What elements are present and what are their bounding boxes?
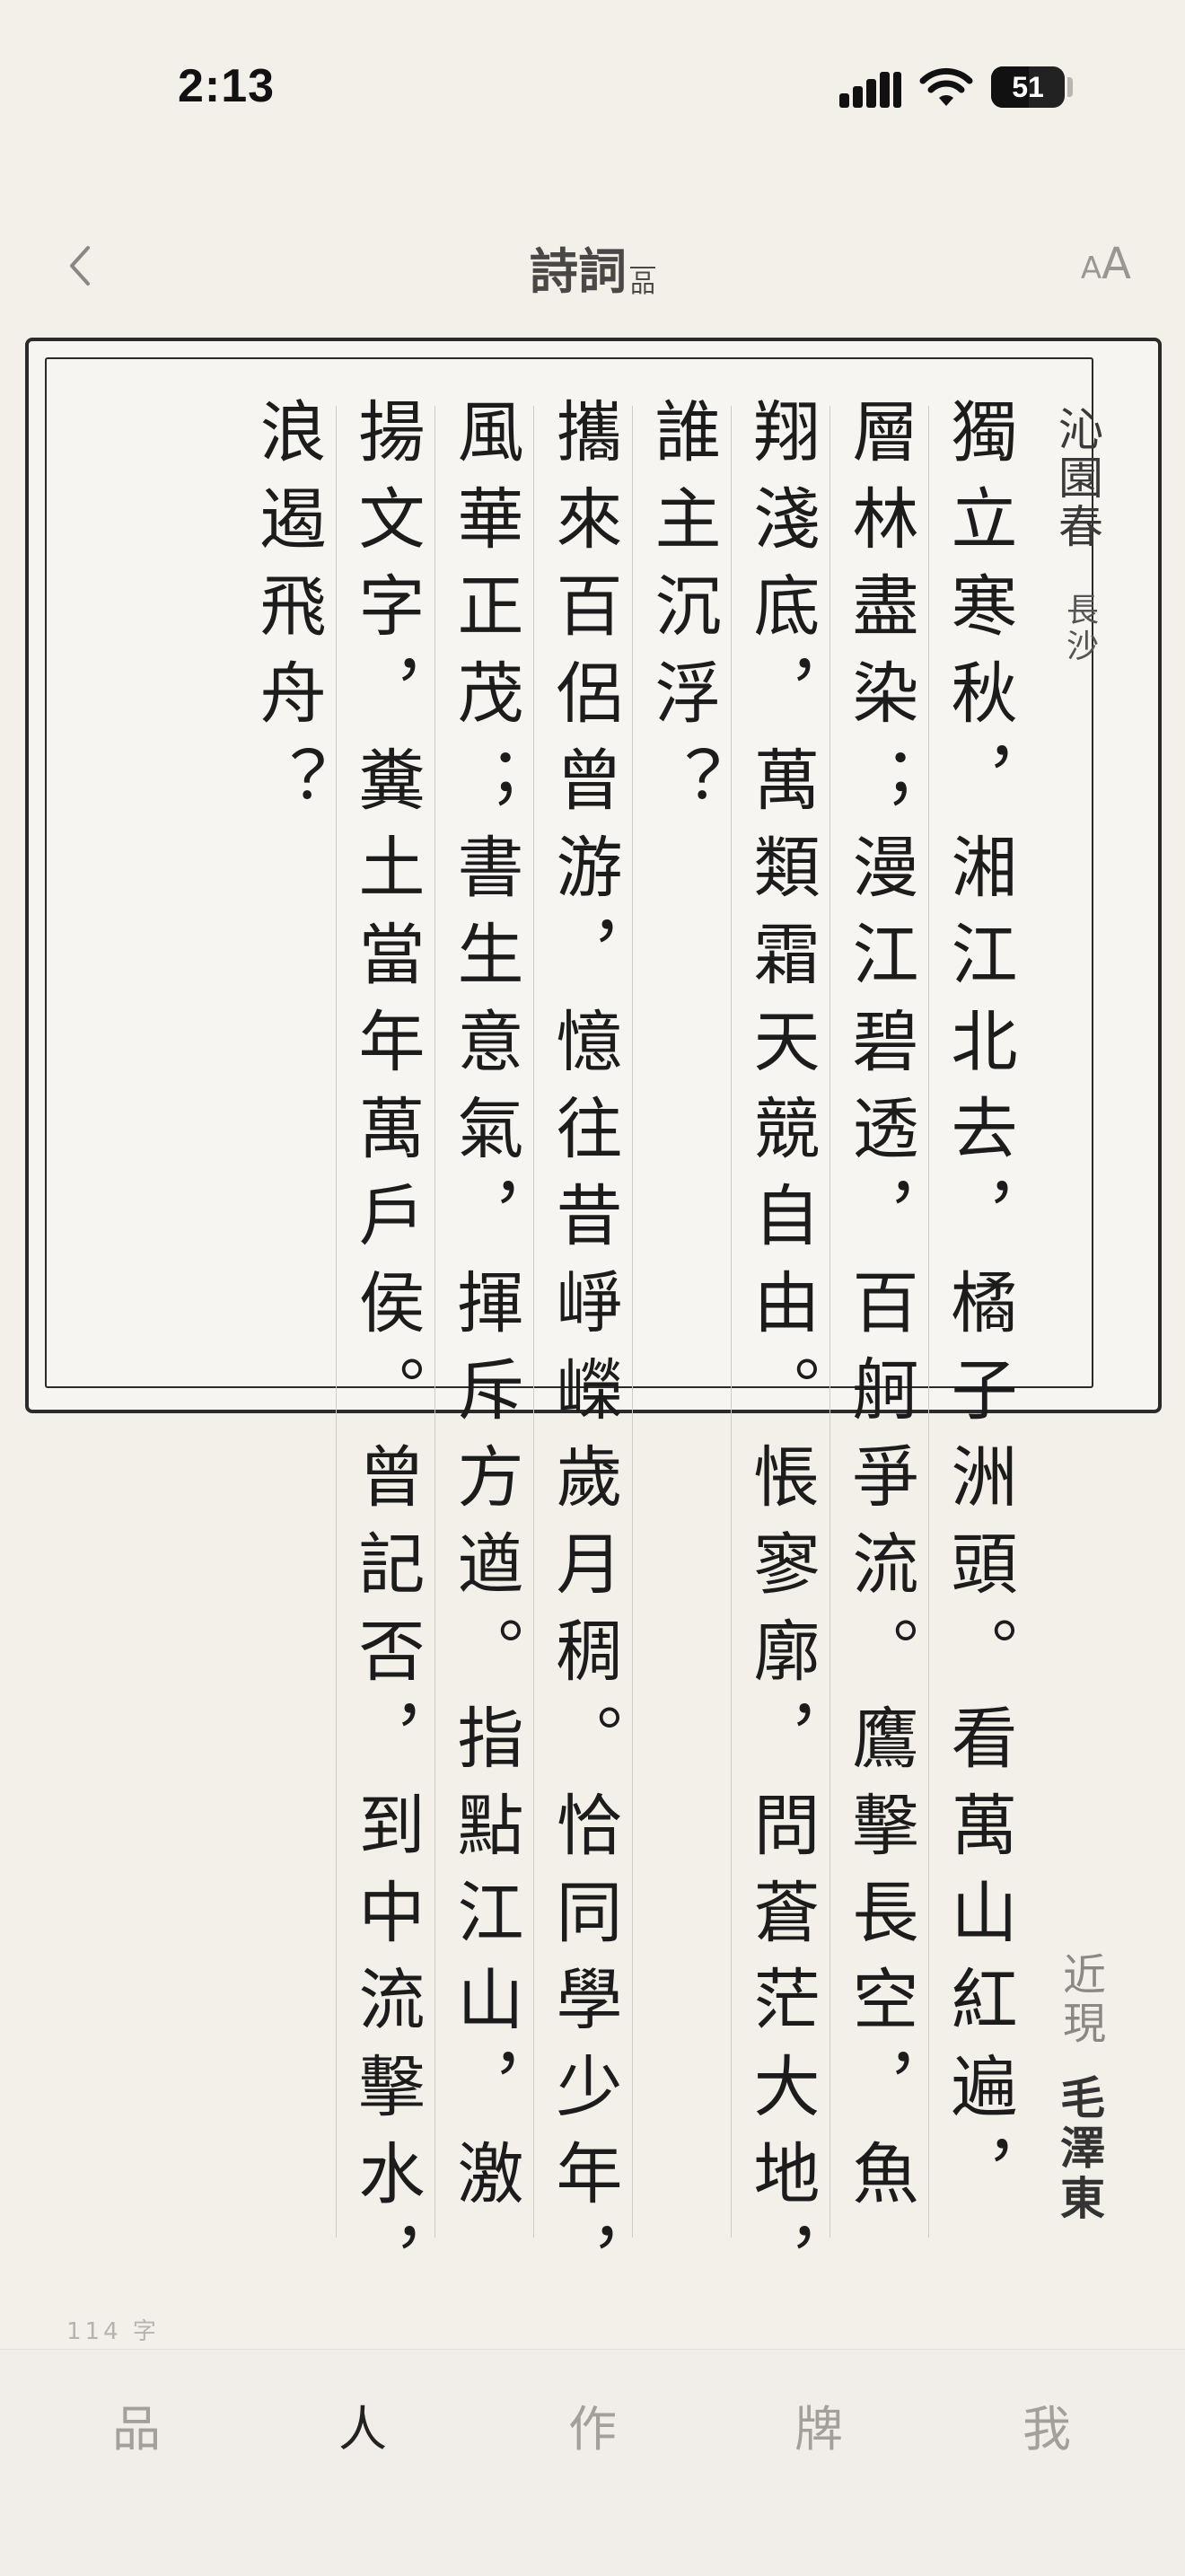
tab-wo[interactable]: 我	[957, 2389, 1137, 2460]
font-large-glyph: A	[1102, 239, 1131, 289]
column-rule	[336, 406, 337, 2238]
page-title-sub: 品	[629, 268, 655, 298]
poem-author[interactable]: 毛澤東	[1047, 2074, 1111, 2225]
tab-zuo[interactable]: 作	[503, 2389, 682, 2460]
tab-pin[interactable]: 品	[47, 2389, 226, 2460]
column-rule	[928, 406, 929, 2238]
wifi-icon	[919, 67, 973, 106]
status-bar: 2:13 51	[0, 0, 1185, 144]
poem-line: 層林盡染；漫江碧透，百舸爭流。鷹擊長空，魚	[841, 397, 918, 2226]
font-size-button[interactable]: AA	[1081, 239, 1131, 289]
column-rule	[731, 406, 732, 2238]
word-count: 114 字	[66, 2318, 160, 2345]
poem-line: 攜來百侶曾游，憶往昔崢嶸歲月稠。恰同學少年，	[545, 397, 622, 2313]
poem-line: 浪遏飛舟？	[249, 397, 326, 832]
column-rule	[434, 406, 435, 2238]
poem-line: 誰主沉浮？	[644, 397, 721, 832]
poem-subtitle: 長沙	[1061, 593, 1098, 664]
cellular-signal-icon	[839, 70, 902, 108]
battery-icon: 51	[991, 66, 1065, 108]
page-title: 詩詞品	[0, 232, 1185, 303]
tab-pai[interactable]: 牌	[729, 2389, 908, 2460]
nav-bar: 詩詞品 AA	[0, 207, 1185, 314]
poem-title: 沁園春	[1051, 406, 1103, 551]
column-rule	[533, 406, 534, 2238]
battery-cap	[1067, 77, 1073, 97]
poem-era: 近現	[1055, 1952, 1105, 2049]
tab-ren[interactable]: 人	[273, 2389, 452, 2460]
column-rule	[632, 406, 633, 2238]
poem-line: 風華正茂；書生意氣，揮斥方遒。指點江山，激	[446, 397, 523, 2226]
status-time: 2:13	[178, 60, 276, 112]
tab-bar: 品 人 作 牌 我	[0, 2349, 1185, 2576]
poem-line: 翔淺底，萬類霜天競自由。悵寥廓，問蒼茫大地，	[742, 397, 820, 2313]
page-title-text: 詩詞	[529, 243, 627, 300]
poem-line: 獨立寒秋，湘江北去，橘子洲頭。看萬山紅遍，	[940, 397, 1017, 2226]
poem-line: 揚文字，糞土當年萬戶侯。曾記否，到中流擊水，	[347, 397, 425, 2313]
battery-level: 51	[1012, 71, 1044, 103]
font-small-glyph: A	[1080, 251, 1102, 286]
